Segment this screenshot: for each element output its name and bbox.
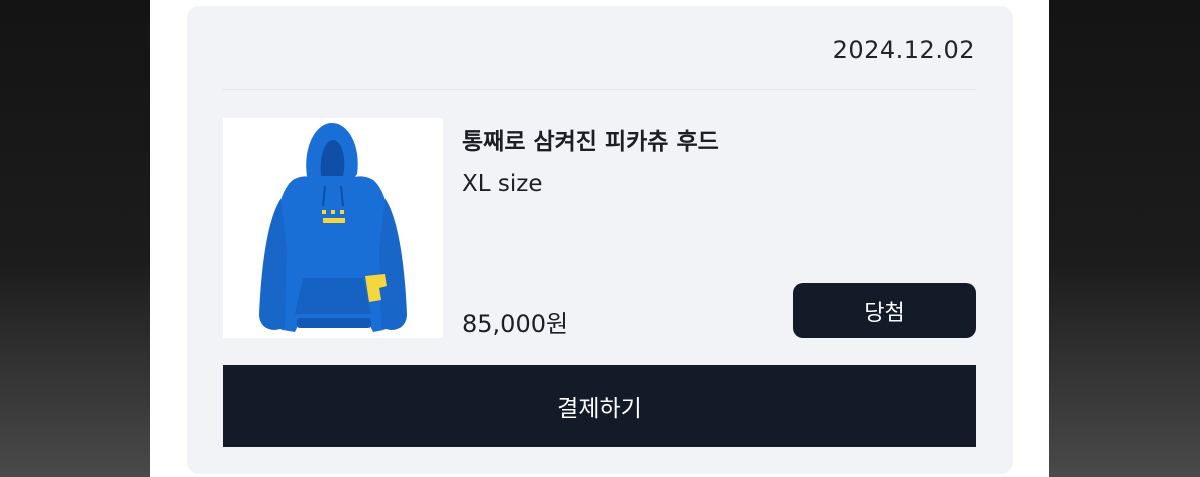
product-image[interactable] bbox=[223, 118, 443, 338]
order-card: 2024.12.02 통째로 삼켜진 피카츄 후드 XL size 85,000… bbox=[187, 6, 1013, 474]
order-date: 2024.12.02 bbox=[832, 36, 975, 64]
status-button[interactable]: 당첨 bbox=[793, 283, 976, 338]
divider bbox=[223, 89, 976, 90]
product-price: 85,000원 bbox=[462, 310, 569, 338]
hoodie-icon bbox=[259, 122, 407, 332]
product-option: XL size bbox=[462, 171, 543, 197]
product-title[interactable]: 통째로 삼켜진 피카츄 후드 bbox=[462, 122, 719, 156]
pay-button[interactable]: 결제하기 bbox=[223, 365, 976, 447]
